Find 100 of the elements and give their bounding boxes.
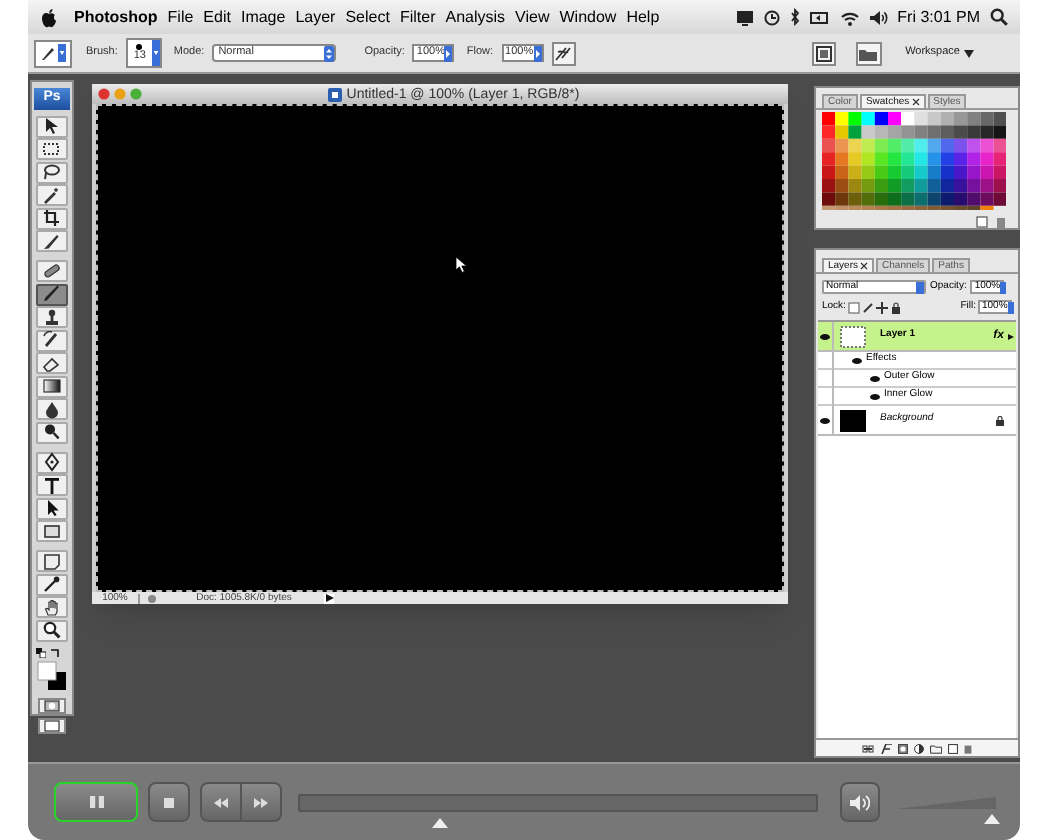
tool-button[interactable] bbox=[36, 352, 68, 374]
stop-icon bbox=[164, 797, 175, 807]
tool-button[interactable] bbox=[36, 451, 68, 473]
close-icon bbox=[98, 88, 110, 100]
screen-mode-icon bbox=[44, 720, 60, 732]
volume-button[interactable] bbox=[840, 782, 880, 822]
eye-icon bbox=[870, 375, 880, 381]
new-swatch-icon bbox=[976, 216, 988, 228]
lock-position-icon bbox=[875, 301, 888, 313]
menu-clock[interactable]: Fri 3:01 PM bbox=[897, 5, 980, 29]
color-swatches-icon bbox=[36, 660, 68, 692]
menu-item[interactable]: Layer bbox=[295, 5, 336, 29]
caret-icon bbox=[151, 40, 160, 66]
menu-item[interactable]: Analysis bbox=[445, 5, 506, 29]
gradient-icon bbox=[42, 376, 62, 396]
airbrush-icon bbox=[554, 44, 573, 62]
caret-icon bbox=[58, 44, 66, 62]
volume-thumb[interactable] bbox=[984, 814, 1001, 824]
palette-button[interactable] bbox=[811, 41, 836, 65]
eraser-icon bbox=[42, 353, 62, 373]
folder-icon bbox=[930, 743, 942, 753]
fast-forward-icon bbox=[254, 797, 269, 807]
menu-item[interactable]: View bbox=[515, 5, 550, 29]
eye-icon bbox=[820, 333, 830, 339]
lock-pixels-icon bbox=[861, 301, 874, 313]
quick-mask-button[interactable] bbox=[38, 698, 66, 714]
airbrush-button[interactable] bbox=[551, 41, 576, 65]
link-icon bbox=[862, 743, 874, 753]
stamp-icon bbox=[42, 307, 62, 327]
screen-mode-button[interactable] bbox=[38, 718, 66, 734]
apple-icon bbox=[40, 7, 58, 27]
tool-button[interactable] bbox=[36, 619, 68, 641]
tool-button[interactable] bbox=[36, 138, 68, 160]
menu-item[interactable]: Window bbox=[559, 5, 617, 29]
visibility-toggle[interactable] bbox=[818, 405, 834, 435]
stepper-icon bbox=[324, 45, 335, 61]
app-menu[interactable]: Photoshop bbox=[74, 5, 158, 29]
tool-button[interactable] bbox=[36, 398, 68, 420]
status-menu-button[interactable] bbox=[324, 593, 334, 603]
menu-item[interactable]: Image bbox=[240, 5, 286, 29]
zoom-window-icon bbox=[130, 88, 142, 100]
tool-button[interactable] bbox=[36, 306, 68, 328]
pointer-cursor-icon bbox=[454, 256, 470, 274]
tool-button[interactable] bbox=[36, 329, 68, 351]
zoom-icon bbox=[42, 620, 62, 640]
default-colors-icon bbox=[36, 648, 46, 658]
tool-button[interactable] bbox=[36, 596, 68, 618]
close-icon bbox=[911, 98, 920, 107]
tool-button[interactable] bbox=[36, 375, 68, 397]
wifi-icon bbox=[839, 9, 860, 25]
layer-thumbnail bbox=[840, 409, 866, 431]
swatch-grid-drawing[interactable] bbox=[822, 112, 1007, 210]
crop-icon bbox=[42, 208, 62, 228]
menu-item[interactable]: Select bbox=[345, 5, 390, 29]
progress-thumb[interactable] bbox=[431, 817, 448, 827]
close-icon bbox=[860, 262, 869, 270]
pause-icon bbox=[89, 796, 104, 808]
tool-button[interactable] bbox=[36, 474, 68, 496]
tool-button[interactable] bbox=[36, 115, 68, 137]
type-tool-icon bbox=[42, 475, 62, 495]
stepper-icon bbox=[916, 281, 924, 293]
tool-button[interactable] bbox=[36, 260, 68, 282]
search-icon bbox=[990, 8, 1008, 26]
menu-item[interactable]: File bbox=[167, 5, 194, 29]
caret-icon bbox=[964, 49, 974, 57]
brush-icon bbox=[42, 284, 62, 304]
tool-button[interactable] bbox=[36, 550, 68, 572]
expand-caret-icon bbox=[1008, 333, 1014, 339]
play-pause-button[interactable] bbox=[54, 782, 139, 822]
tool-button[interactable] bbox=[36, 421, 68, 443]
monitor-icon bbox=[735, 9, 754, 25]
hand-icon bbox=[42, 597, 62, 617]
tool-button[interactable] bbox=[36, 230, 68, 252]
layer-thumbnail bbox=[840, 325, 866, 347]
menu-item[interactable]: Filter bbox=[399, 5, 436, 29]
layer-style-icon bbox=[880, 743, 892, 753]
caret-icon bbox=[444, 45, 453, 61]
eye-icon bbox=[870, 393, 880, 399]
bridge-button[interactable] bbox=[855, 41, 882, 65]
stop-button[interactable] bbox=[148, 782, 190, 822]
bluetooth-icon bbox=[789, 8, 800, 26]
menu-item[interactable]: Help bbox=[626, 5, 660, 29]
tool-button[interactable] bbox=[36, 161, 68, 183]
eye-icon bbox=[852, 357, 862, 363]
caret-icon bbox=[533, 45, 542, 61]
eye-icon bbox=[820, 417, 830, 423]
lasso-icon bbox=[42, 162, 62, 182]
marquee-icon bbox=[42, 139, 62, 159]
tool-button[interactable] bbox=[36, 283, 68, 305]
tool-button[interactable] bbox=[36, 184, 68, 206]
move-arrow-icon bbox=[42, 116, 62, 136]
lock-icon bbox=[889, 301, 902, 313]
tool-button[interactable] bbox=[36, 497, 68, 519]
tool-button[interactable] bbox=[36, 207, 68, 229]
tool-preset-button[interactable] bbox=[34, 39, 72, 67]
trash-icon bbox=[964, 743, 972, 753]
tool-button[interactable] bbox=[36, 573, 68, 595]
rewind-icon bbox=[213, 797, 228, 807]
menu-item[interactable]: Edit bbox=[203, 5, 231, 29]
tool-button[interactable] bbox=[36, 520, 68, 542]
